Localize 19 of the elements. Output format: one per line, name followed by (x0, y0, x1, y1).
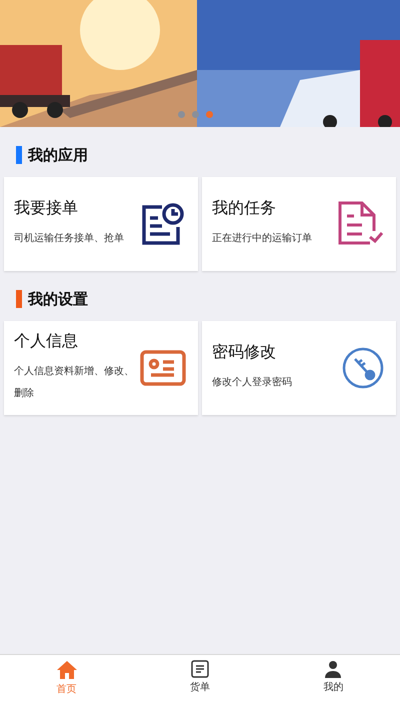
section-title: 我的设置 (28, 288, 88, 310)
tab[interactable]: 货单 (133, 655, 267, 711)
card-description: 个人信息资料新增、修改、删除 (14, 364, 135, 401)
feature-card[interactable]: 密码修改 修改个人登录密码 (202, 321, 396, 415)
tab[interactable]: 我的 (266, 655, 400, 711)
person-icon (324, 660, 342, 678)
section-title: 我的应用 (28, 144, 88, 166)
card-title: 密码修改 (212, 342, 277, 362)
home-icon (56, 660, 78, 680)
feature-card[interactable]: 我的任务 正在进行中的运输订单 (202, 177, 396, 271)
list-icon (190, 660, 209, 678)
card-title: 我的任务 (212, 198, 277, 218)
card-title: 我要接单 (14, 198, 79, 218)
card-description: 司机运输任务接单、抢单 (14, 232, 125, 246)
card-description: 正在进行中的运输订单 (212, 232, 313, 246)
feature-card[interactable]: 我要接单 司机运输任务接单、抢单 (4, 177, 198, 271)
card-title: 个人信息 (14, 331, 79, 351)
card-description: 修改个人登录密码 (212, 376, 293, 390)
feature-card[interactable]: 个人信息 个人信息资料新增、修改、删除 (4, 321, 198, 415)
